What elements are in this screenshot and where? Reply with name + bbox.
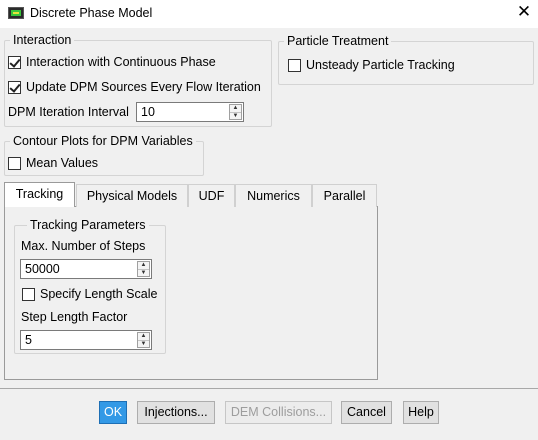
- spin-up-icon[interactable]: ▲: [138, 333, 149, 340]
- spin-down-icon[interactable]: ▼: [138, 269, 149, 277]
- tab-numerics[interactable]: Numerics: [235, 184, 312, 207]
- max-steps-stepper[interactable]: 50000 ▲ ▼: [20, 259, 152, 279]
- interaction-continuous-phase-label[interactable]: Interaction with Continuous Phase: [26, 55, 216, 69]
- contour-plots-legend: Contour Plots for DPM Variables: [10, 134, 196, 148]
- close-icon[interactable]: ✕: [514, 2, 534, 22]
- interaction-legend: Interaction: [10, 33, 75, 47]
- check-icon: [9, 56, 21, 68]
- injections-button[interactable]: Injections...: [137, 401, 215, 424]
- step-length-factor-stepper[interactable]: 5 ▲ ▼: [20, 330, 152, 350]
- dpm-iteration-interval-stepper[interactable]: 10 ▲ ▼: [136, 102, 244, 122]
- specify-length-scale-label[interactable]: Specify Length Scale: [40, 287, 157, 301]
- bottom-separator: [0, 388, 538, 389]
- spin-up-icon[interactable]: ▲: [230, 105, 241, 112]
- update-dpm-sources-label[interactable]: Update DPM Sources Every Flow Iteration: [26, 80, 261, 94]
- update-dpm-sources-checkbox[interactable]: [8, 81, 21, 94]
- tab-parallel[interactable]: Parallel: [312, 184, 377, 207]
- max-steps-value[interactable]: 50000: [25, 262, 60, 276]
- step-length-factor-value[interactable]: 5: [25, 333, 32, 347]
- unsteady-particle-tracking-checkbox[interactable]: [288, 59, 301, 72]
- spin-down-icon[interactable]: ▼: [230, 112, 241, 120]
- mean-values-label[interactable]: Mean Values: [26, 156, 98, 170]
- dpm-iteration-interval-label: DPM Iteration Interval: [8, 105, 129, 119]
- tab-udf[interactable]: UDF: [188, 184, 235, 207]
- step-length-factor-label: Step Length Factor: [21, 310, 128, 324]
- fluent-app-icon: [8, 7, 24, 19]
- particle-treatment-legend: Particle Treatment: [284, 34, 392, 48]
- ok-button[interactable]: OK: [99, 401, 127, 424]
- cancel-button[interactable]: Cancel: [341, 401, 392, 424]
- spin-up-icon[interactable]: ▲: [138, 262, 149, 269]
- tab-physical-models[interactable]: Physical Models: [76, 184, 188, 207]
- spin-down-icon[interactable]: ▼: [138, 340, 149, 348]
- dpm-iteration-interval-value[interactable]: 10: [141, 105, 155, 119]
- tracking-parameters-legend: Tracking Parameters: [27, 218, 149, 232]
- window-title: Discrete Phase Model: [30, 6, 153, 20]
- specify-length-scale-checkbox[interactable]: [22, 288, 35, 301]
- unsteady-particle-tracking-label[interactable]: Unsteady Particle Tracking: [306, 58, 455, 72]
- check-icon: [9, 81, 21, 93]
- help-button[interactable]: Help: [403, 401, 439, 424]
- dem-collisions-button[interactable]: DEM Collisions...: [225, 401, 332, 424]
- interaction-continuous-phase-checkbox[interactable]: [8, 56, 21, 69]
- mean-values-checkbox[interactable]: [8, 157, 21, 170]
- max-steps-label: Max. Number of Steps: [21, 239, 146, 253]
- tab-tracking[interactable]: Tracking: [4, 182, 75, 207]
